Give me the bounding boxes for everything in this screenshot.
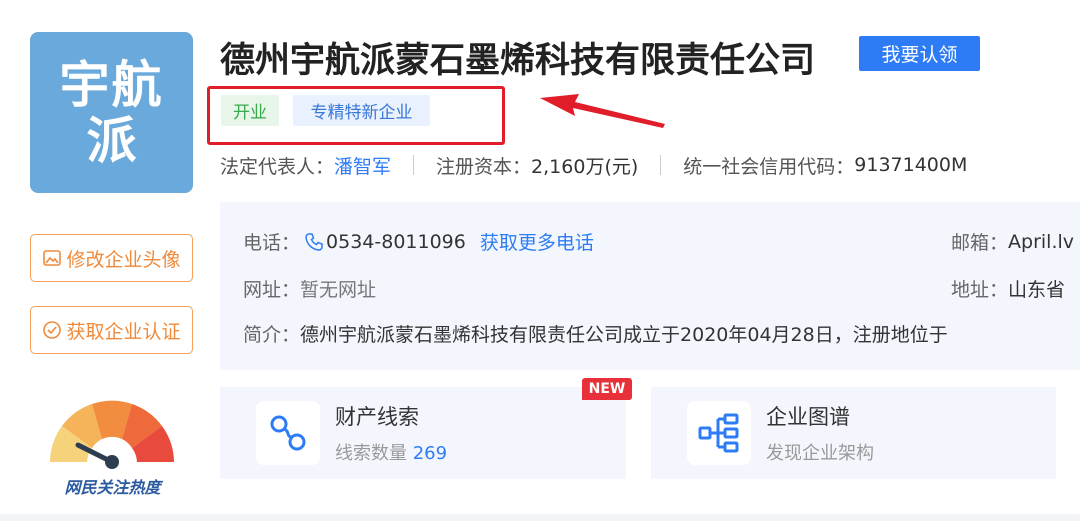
basic-info-line: 法定代表人： 潘智军 注册资本： 2,160万(元) 统一社会信用代码： 913… <box>220 150 967 180</box>
clue-card-sub: 线索数量 269 <box>335 439 447 465</box>
rep-label: 法定代表人： <box>220 155 335 178</box>
logo-text-line2: 派 <box>86 111 137 170</box>
enterprise-graph-card[interactable]: 企业图谱 发现企业架构 <box>651 387 1056 479</box>
credit-value: 91371400M <box>854 154 968 176</box>
claim-button[interactable]: 我要认领 <box>859 36 980 71</box>
badge-check-icon <box>43 321 62 339</box>
get-certification-button[interactable]: 获取企业认证 <box>30 306 193 354</box>
more-phone-link[interactable]: 获取更多电话 <box>480 228 594 255</box>
intro-value: 德州宇航派蒙石墨烯科技有限责任公司成立于2020年04月28日，注册地位于 <box>300 324 948 346</box>
clue-card-icon-box <box>256 401 320 465</box>
intro-label: 简介： <box>243 324 301 346</box>
clue-count-label: 线索数量 <box>335 443 407 464</box>
clue-card-title: 财产线索 <box>335 405 419 429</box>
phone-value: 0534-8011096 <box>326 230 466 253</box>
property-clue-card[interactable]: 财产线索 线索数量 269 <box>220 387 626 479</box>
new-badge: NEW <box>582 378 632 400</box>
email-value[interactable]: April.lv <box>1008 231 1074 253</box>
company-name: 德州宇航派蒙石墨烯科技有限责任公司 <box>220 41 816 81</box>
phone-label: 电话： <box>243 232 301 254</box>
graph-card-title: 企业图谱 <box>766 405 850 429</box>
website-label: 网址： <box>243 279 301 301</box>
divider <box>660 155 662 175</box>
bottom-divider <box>0 514 1080 521</box>
specialized-badge[interactable]: 专精特新企业 <box>293 95 430 126</box>
graph-card-sub: 发现企业架构 <box>766 443 874 464</box>
link-chain-icon <box>270 415 306 451</box>
status-badge: 开业 <box>221 95 279 126</box>
intro-row: 简介： 德州宇航派蒙石墨烯科技有限责任公司成立于2020年04月28日，注册地位… <box>243 320 948 347</box>
org-chart-icon <box>698 413 739 453</box>
capital-value: 2,160万(元) <box>531 155 639 178</box>
logo-text-line1: 宇航 <box>59 55 164 114</box>
address-row: 地址： 山东省 <box>951 275 1065 302</box>
phone-icon <box>305 232 323 251</box>
arrow-annotation-icon <box>540 94 665 128</box>
image-icon <box>43 250 62 266</box>
address-value: 山东省 <box>1008 279 1066 301</box>
edit-logo-label: 修改企业头像 <box>66 248 181 271</box>
website-value: 暂无网址 <box>300 279 377 301</box>
email-row: 邮箱： April.lv <box>951 228 1074 255</box>
clue-count: 269 <box>412 443 448 464</box>
rep-link[interactable]: 潘智军 <box>334 152 391 179</box>
divider <box>413 155 415 175</box>
credit-label: 统一社会信用代码： <box>683 155 855 178</box>
website-row: 网址： 暂无网址 <box>243 275 376 302</box>
phone-row: 电话： 0534-8011096 获取更多电话 <box>243 228 594 255</box>
address-label: 地址： <box>951 279 1009 301</box>
graph-card-icon-box <box>687 401 751 465</box>
get-certification-label: 获取企业认证 <box>66 320 181 343</box>
edit-logo-button[interactable]: 修改企业头像 <box>30 234 193 282</box>
company-logo: 宇航 派 <box>30 32 193 193</box>
heat-label: 网民关注热度 <box>64 478 161 497</box>
capital-label: 注册资本： <box>436 155 532 178</box>
email-label: 邮箱： <box>951 232 1009 254</box>
